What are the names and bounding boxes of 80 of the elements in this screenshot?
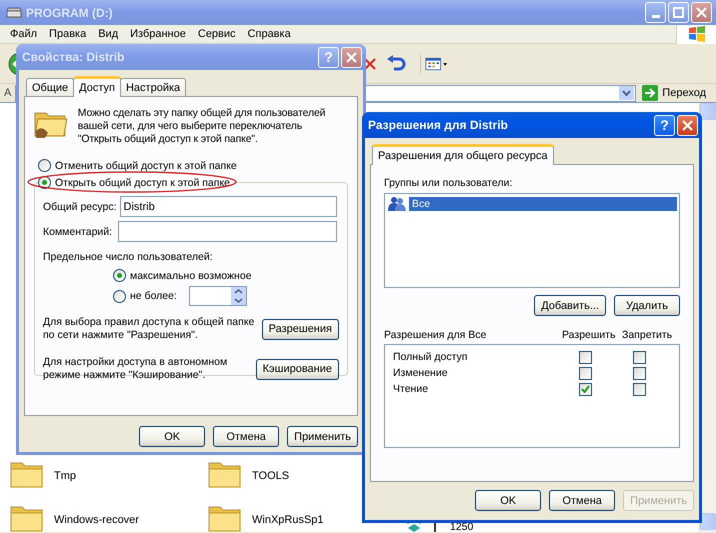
list-button[interactable]: Добавить... <box>534 295 606 316</box>
minimize-button[interactable] <box>645 2 666 23</box>
windows-logo-icon <box>688 26 706 42</box>
dialog-button[interactable]: OK <box>139 426 206 447</box>
dialog-button[interactable]: Отмена <box>213 426 280 447</box>
users-list[interactable]: Все <box>384 193 680 288</box>
section-label: Группы или пользователи: <box>384 177 514 189</box>
section-label: Разрешения для Все <box>384 329 488 341</box>
menu-item[interactable]: Сервис <box>192 28 242 40</box>
radio-label: не более: <box>130 290 177 302</box>
address-label: А <box>4 87 12 99</box>
views-icon[interactable] <box>420 54 448 72</box>
file-name[interactable]: Tmp <box>54 470 76 482</box>
close-icon <box>682 120 693 130</box>
description-text: Можно сделать эту папку общей для пользователей вашей сети, для чего выберите переключатель "Открыть общий доступ к этой папке". <box>78 107 326 146</box>
hint-text: Для настройки доступа в автономном режиме нажмите "Кэширование". <box>43 356 228 382</box>
window-title: PROGRAM (D:) <box>26 6 114 20</box>
file-name[interactable]: WinXpRusSp1 <box>252 514 324 526</box>
minimize-icon <box>652 15 660 18</box>
checkbox[interactable] <box>633 382 646 396</box>
menu-item[interactable]: Справка <box>242 28 297 40</box>
close-icon <box>696 7 707 18</box>
checkbox[interactable] <box>633 350 646 364</box>
comment-field[interactable] <box>118 221 337 242</box>
field-label: Общий ресурс: <box>43 200 118 212</box>
undo-icon[interactable] <box>386 54 406 72</box>
maximize-icon <box>673 7 684 18</box>
file-name[interactable]: TOOLS <box>252 470 290 482</box>
close-button[interactable] <box>691 2 712 23</box>
tab[interactable]: Общие <box>26 78 74 96</box>
column-header: Разрешить <box>562 329 616 341</box>
permission-name: Полный доступ <box>392 351 468 363</box>
delete-icon[interactable] <box>364 58 376 70</box>
list-item[interactable]: Все <box>409 197 677 211</box>
list-button[interactable]: Удалить <box>614 295 680 316</box>
radio-label: Открыть общий доступ к этой папке <box>55 176 230 188</box>
dropdown-icon <box>619 86 634 100</box>
checkbox[interactable] <box>579 382 592 396</box>
checkbox[interactable] <box>633 366 646 380</box>
spin-box[interactable] <box>188 286 247 306</box>
close-icon <box>346 52 357 62</box>
radio-label: максимально возможное <box>130 270 252 282</box>
checkbox[interactable] <box>579 366 592 380</box>
radio-label: Отменить общий доступ к этой папке <box>55 160 237 172</box>
radio-button[interactable] <box>38 159 51 172</box>
section-label: Предельное число пользователей: <box>43 251 214 263</box>
window-title: Разрешения для Distrib <box>368 118 509 132</box>
checkbox[interactable] <box>579 350 592 364</box>
share-name-field[interactable]: Distrib <box>120 196 337 217</box>
file-name[interactable]: Windows-recover <box>54 514 139 526</box>
dialog-button[interactable]: OK <box>475 490 542 511</box>
action-button[interactable]: Кэширование <box>256 358 339 380</box>
spin-arrows-icon <box>230 287 246 305</box>
hint-text: Для выбора правил доступа к общей папке по сети нажмите "Разрешения". <box>43 316 256 342</box>
tab[interactable]: Доступ <box>73 76 121 97</box>
menu-item[interactable]: Избранное <box>124 28 192 40</box>
action-button[interactable]: Разрешения <box>262 318 339 340</box>
close-button[interactable] <box>677 114 698 136</box>
window-title: Свойства: Distrib <box>22 50 126 64</box>
field-label: Комментарий: <box>43 226 114 238</box>
menu-item[interactable]: Вид <box>92 28 124 40</box>
permission-name: Изменение <box>392 367 449 379</box>
dialog-button[interactable]: Применить <box>287 426 358 447</box>
check-icon <box>581 385 590 393</box>
tab[interactable]: Настройка <box>120 78 186 96</box>
file-name[interactable]: 1250 <box>450 522 474 532</box>
permission-name: Чтение <box>392 383 430 395</box>
radio-button[interactable] <box>113 290 126 302</box>
help-button[interactable]: ? <box>654 114 675 136</box>
maximize-button[interactable] <box>668 2 689 23</box>
drive-icon <box>6 6 22 18</box>
close-button[interactable] <box>341 46 362 68</box>
menu-item[interactable]: Файл <box>4 28 44 40</box>
radio-button[interactable] <box>113 269 126 282</box>
users-icon <box>387 196 407 212</box>
dialog-button[interactable]: Отмена <box>549 490 616 511</box>
tab[interactable]: Разрешения для общего ресурса <box>372 144 554 165</box>
column-header: Запретить <box>622 329 674 341</box>
menu-item[interactable]: Правка <box>43 28 92 40</box>
go-button[interactable]: Переход <box>640 85 712 101</box>
